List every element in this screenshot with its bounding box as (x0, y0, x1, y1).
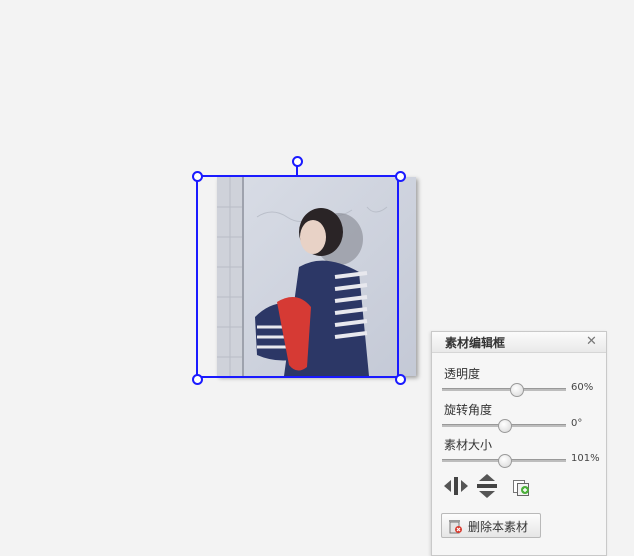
size-value: 101% (571, 453, 600, 464)
rotation-label: 旋转角度 (444, 403, 493, 417)
editor-canvas[interactable]: 素材编辑框 ✕ 透明度 60% 旋转角度 0° 素材大小 101% 删除本素材 (0, 0, 634, 556)
flip-horizontal-icon[interactable] (443, 475, 469, 500)
photo-image (217, 177, 416, 376)
size-slider-thumb[interactable] (498, 454, 512, 468)
opacity-slider-thumb[interactable] (510, 383, 525, 397)
resize-handle-bottom-left[interactable] (192, 374, 203, 385)
resize-handle-bottom-right[interactable] (395, 374, 406, 385)
opacity-slider[interactable] (442, 383, 566, 397)
material-photo[interactable] (217, 177, 416, 376)
copy-icon[interactable] (512, 477, 532, 500)
trash-icon (447, 518, 463, 537)
resize-handle-top-right[interactable] (395, 171, 406, 182)
rotation-value: 0° (571, 418, 583, 429)
delete-material-button[interactable]: 删除本素材 (441, 513, 541, 538)
resize-handle-top-left[interactable] (192, 171, 203, 182)
rotation-slider[interactable] (442, 419, 566, 433)
rotation-slider-thumb[interactable] (498, 419, 512, 433)
size-slider[interactable] (442, 454, 566, 468)
rotate-handle[interactable] (292, 156, 303, 167)
panel-header[interactable]: 素材编辑框 ✕ (432, 332, 606, 353)
size-label: 素材大小 (444, 438, 493, 452)
flip-vertical-icon[interactable] (475, 473, 499, 502)
close-icon[interactable]: ✕ (585, 335, 598, 348)
rotate-handle-stem (296, 166, 298, 176)
opacity-label: 透明度 (444, 367, 481, 381)
opacity-value: 60% (571, 382, 594, 393)
panel-title: 素材编辑框 (445, 336, 506, 350)
material-edit-panel: 素材编辑框 ✕ 透明度 60% 旋转角度 0° 素材大小 101% 删除本素材 (431, 331, 607, 556)
delete-material-label: 删除本素材 (468, 520, 529, 534)
